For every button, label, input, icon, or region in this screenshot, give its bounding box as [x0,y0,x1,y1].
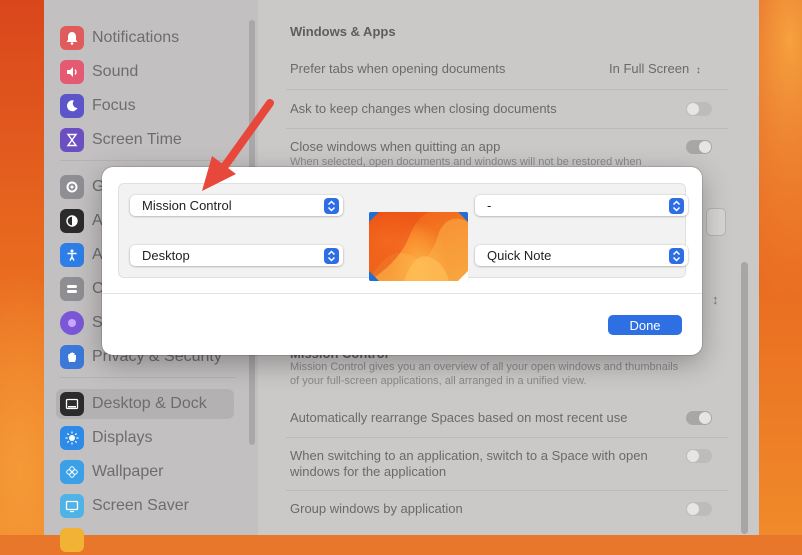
annotation-arrow [202,99,274,191]
